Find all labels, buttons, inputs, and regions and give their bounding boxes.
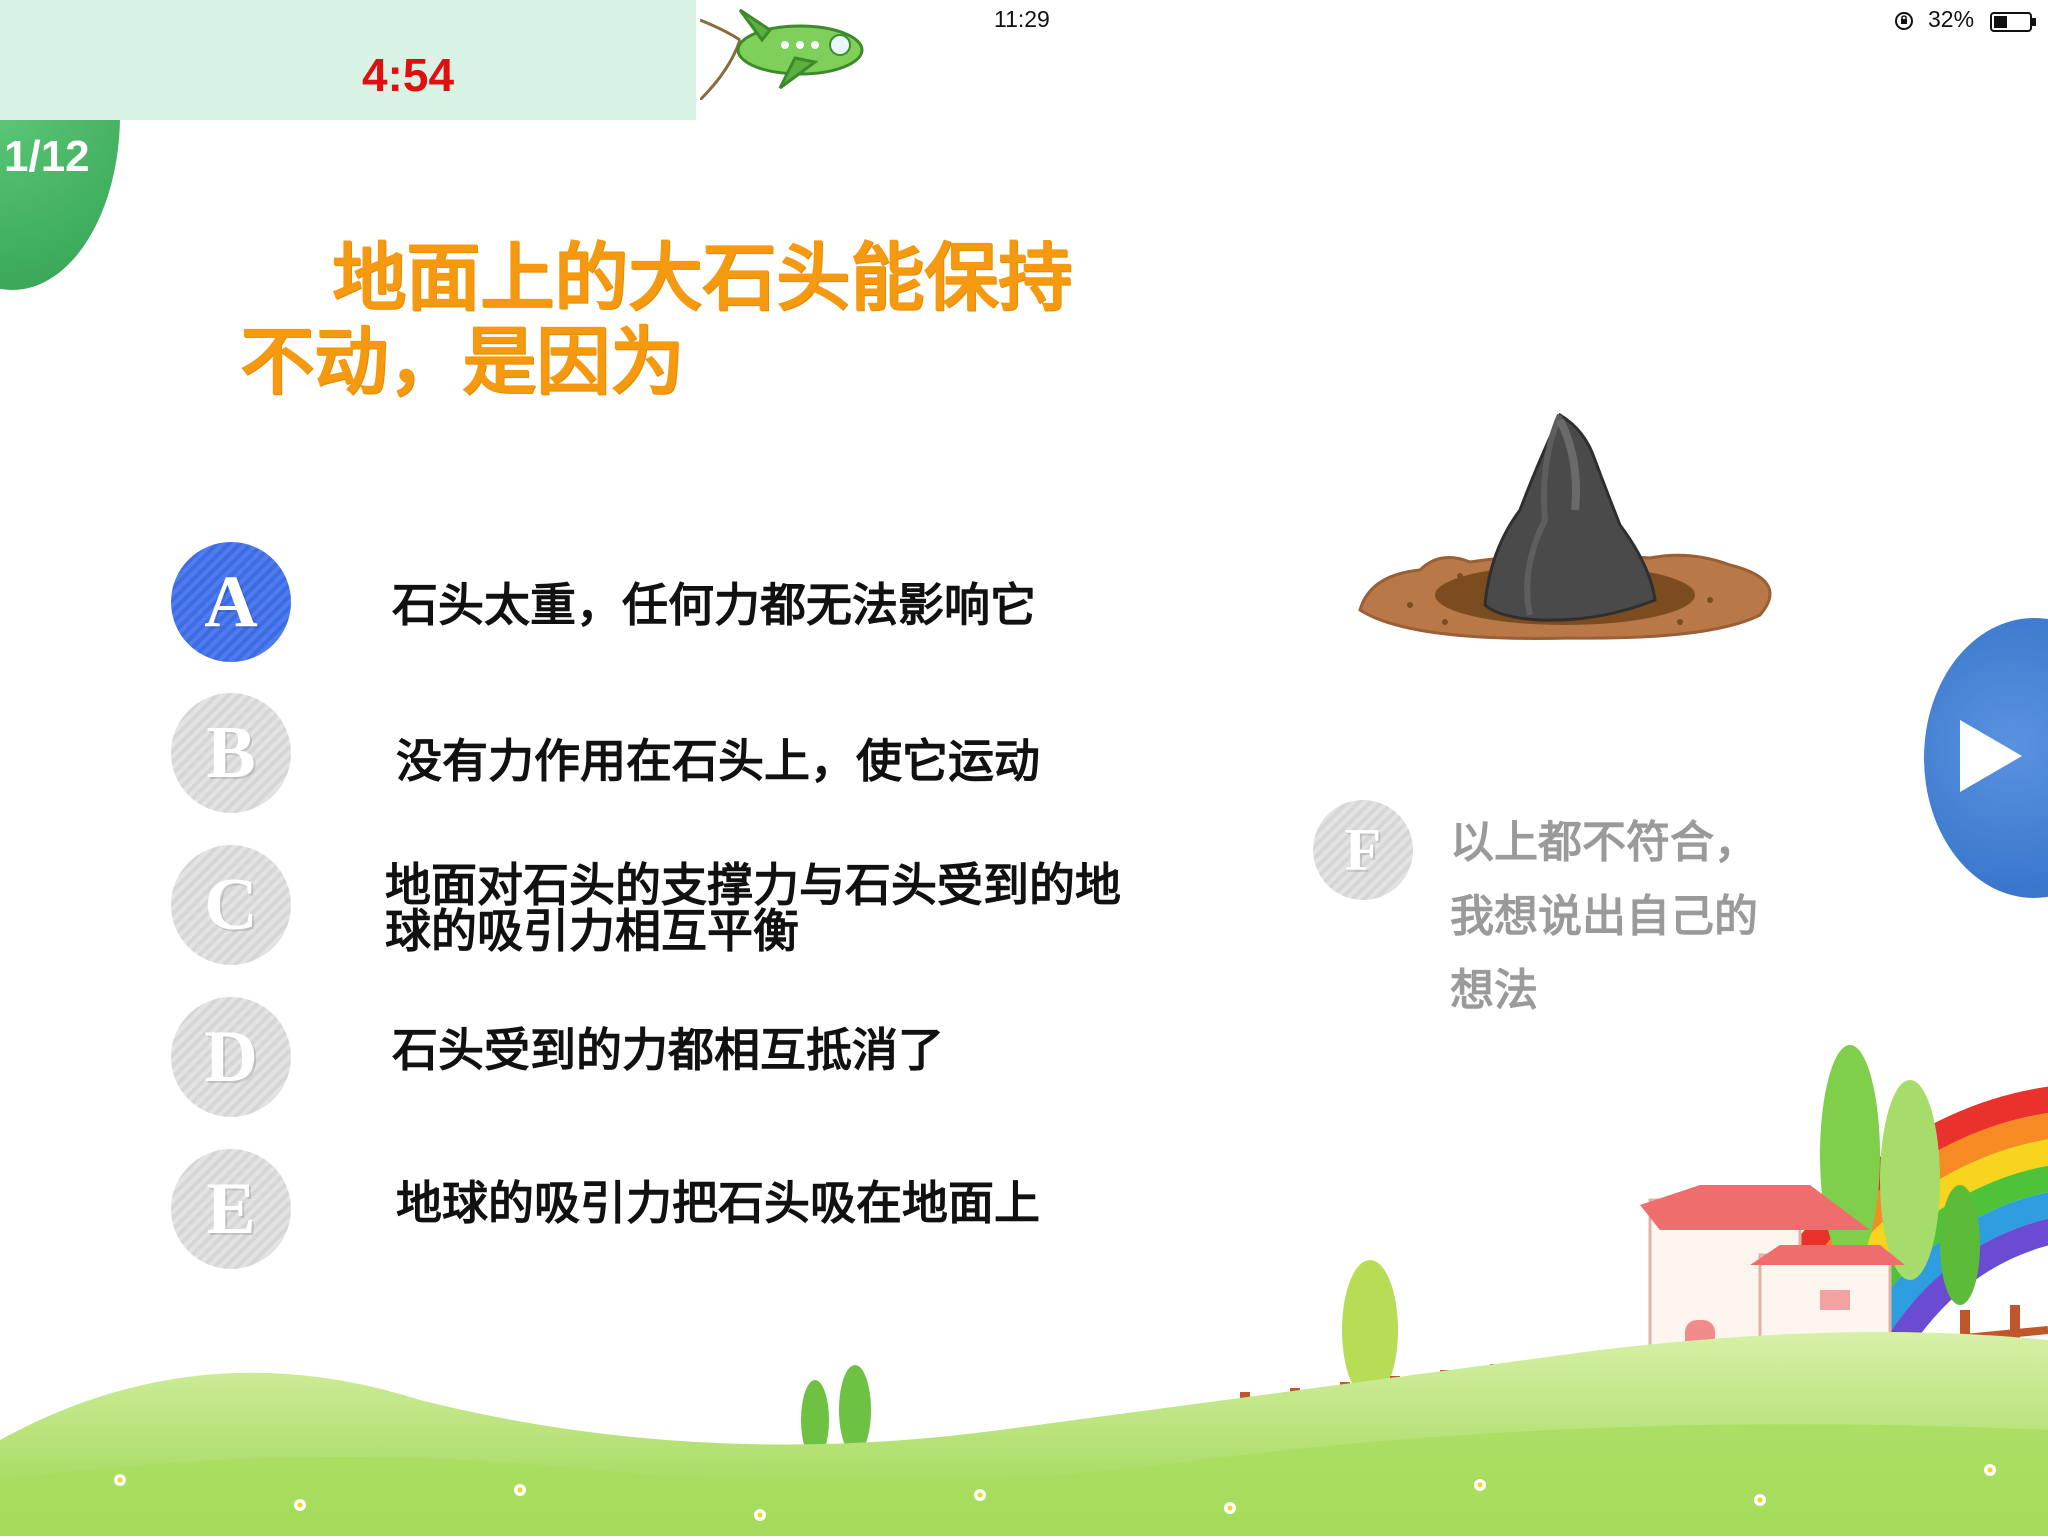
option-f-line-2: 我想说出自己的 xyxy=(1450,891,1758,942)
option-b-button[interactable]: B xyxy=(171,693,291,813)
option-a-text[interactable]: 石头太重，任何力都无法影响它 xyxy=(392,582,1036,628)
question-line-2: 不动，是因为 xyxy=(240,319,684,405)
option-b-letter: B xyxy=(206,711,256,794)
rock-illustration xyxy=(1350,400,1780,650)
countdown-timer: 4:54 xyxy=(361,49,455,101)
battery-percent: 32% xyxy=(1928,6,1975,32)
airplane-icon xyxy=(698,0,870,102)
question-line-1: 地面上的大石头能保持 xyxy=(332,235,1072,321)
option-c-text-line-1: 地面对石头的支撑力与石头受到的地 xyxy=(385,858,1121,912)
question-progress: 1/12 xyxy=(4,132,90,181)
option-f-button[interactable]: F xyxy=(1313,800,1413,900)
orientation-lock-icon xyxy=(1893,10,1915,36)
clock: 11:29 xyxy=(994,6,1050,32)
option-c-text[interactable]: 地面对石头的支撑力与石头受到的地 球的吸引力相互平衡 xyxy=(385,862,1121,954)
option-f-text[interactable]: 以上都不符合， 我想说出自己的 想法 xyxy=(1450,806,1850,1028)
option-c-letter: C xyxy=(204,863,258,946)
option-b-text[interactable]: 没有力作用在石头上，使它运动 xyxy=(396,738,1040,784)
landscape-illustration xyxy=(0,1000,2048,1537)
option-c-button[interactable]: C xyxy=(171,845,291,965)
battery-icon xyxy=(1990,11,2038,37)
option-a-letter: A xyxy=(204,560,258,643)
option-a-button[interactable]: A xyxy=(171,542,291,662)
option-f-line-1: 以上都不符合， xyxy=(1450,817,1758,868)
question-title: 地面上的大石头能保持 不动，是因为 xyxy=(240,236,1140,404)
option-f-letter: F xyxy=(1344,816,1382,883)
play-arrow-icon xyxy=(1960,720,2022,792)
option-c-text-line-2: 球的吸引力相互平衡 xyxy=(385,904,799,958)
